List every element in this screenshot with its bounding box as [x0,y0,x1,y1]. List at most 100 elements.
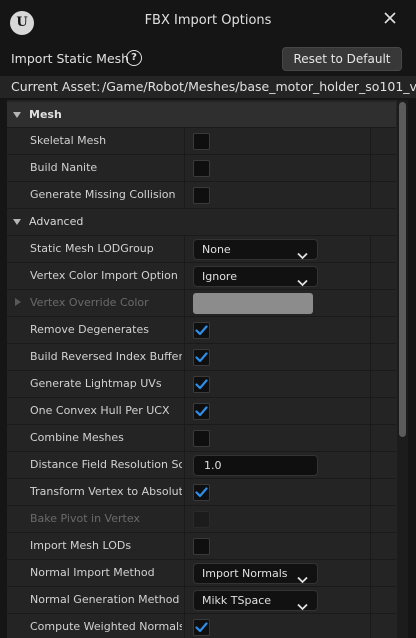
checkbox[interactable] [193,133,210,150]
input-value: 1.0 [204,459,222,472]
checkmark-icon [195,406,208,417]
column-divider[interactable] [184,533,185,560]
property-row-vertex-color-import-option: Vertex Color Import Option Ignore [7,262,396,290]
column-divider[interactable] [184,182,185,209]
column-divider[interactable] [184,452,185,479]
property-row-normal-import-method: Normal Import Method Import Normals [7,559,396,587]
section-title: Advanced [29,215,84,228]
column-divider [370,587,371,614]
property-label: Transform Vertex to Absolute [30,485,182,498]
column-divider[interactable] [184,128,185,155]
import-header: Import Static Mesh ? Reset to Default [0,44,416,74]
column-divider [370,128,371,155]
column-divider [370,452,371,479]
property-label: Generate Lightmap UVs [30,377,162,390]
column-divider[interactable] [184,398,185,425]
property-label: Normal Generation Method [30,593,180,606]
property-row-combine-meshes: Combine Meshes [7,424,396,452]
column-divider[interactable] [184,371,185,398]
property-label: Remove Degenerates [30,323,149,336]
checkbox[interactable] [193,538,210,555]
collapse-arrow-icon [13,219,21,225]
checkbox [193,511,210,528]
column-divider [370,398,371,425]
property-row-transform-vertex-to-absolute: Transform Vertex to Absolute [7,478,396,506]
checkmark-icon [195,325,208,336]
checkbox[interactable] [193,349,210,366]
property-row-compute-weighted-normals: Compute Weighted Normals [7,613,396,638]
property-row-build-reversed-index-buffer: Build Reversed Index Buffer [7,343,396,371]
property-row-bake-pivot-in-vertex: Bake Pivot in Vertex [7,505,396,533]
column-divider[interactable] [184,263,185,290]
column-divider[interactable] [184,236,185,263]
normal-import-method-dropdown[interactable]: Import Normals [193,563,318,584]
close-icon[interactable] [380,9,400,29]
scrollbar[interactable] [397,100,408,638]
column-divider[interactable] [184,290,185,317]
column-divider [370,290,371,317]
property-row-generate-missing-collision: Generate Missing Collision [7,181,396,209]
property-row-build-nanite: Build Nanite [7,154,396,182]
column-divider[interactable] [184,344,185,371]
vertex-color-import-option-dropdown[interactable]: Ignore [193,266,318,287]
scrollbar-thumb[interactable] [399,102,406,437]
column-divider [370,371,371,398]
column-divider[interactable] [184,425,185,452]
details-panel: Mesh Skeletal Mesh Build Nanite Generate M… [7,100,408,638]
title-bar: U FBX Import Options [0,0,416,44]
property-row-normal-generation-method: Normal Generation Method Mikk TSpace [7,586,396,614]
property-label: Build Nanite [30,161,98,174]
column-divider[interactable] [184,587,185,614]
property-label: Static Mesh LODGroup [30,242,154,255]
section-mesh[interactable]: Mesh [7,102,396,128]
property-label: Combine Meshes [30,431,124,444]
property-label: Skeletal Mesh [30,134,107,147]
column-divider [370,263,371,290]
static-mesh-lodgroup-dropdown[interactable]: None [193,239,318,260]
property-row-skeletal-mesh: Skeletal Mesh [7,127,396,155]
section-advanced[interactable]: Advanced [7,208,396,234]
column-divider [370,236,371,263]
property-label: Distance Field Resolution Scale [30,458,182,471]
expand-arrow-icon[interactable] [15,298,21,306]
checkbox[interactable] [193,322,210,339]
column-divider[interactable] [184,506,185,533]
checkbox[interactable] [193,619,210,636]
column-divider[interactable] [184,479,185,506]
dropdown-value: None [202,243,231,256]
property-label: One Convex Hull Per UCX [30,404,170,417]
distance-field-resolution-scale-input[interactable]: 1.0 [193,455,318,476]
column-divider [370,614,371,638]
property-row-distance-field-resolution-scale: Distance Field Resolution Scale 1.0 [7,451,396,479]
property-label: Import Mesh LODs [30,539,132,552]
normal-generation-method-dropdown[interactable]: Mikk TSpace [193,590,318,611]
property-row-remove-degenerates: Remove Degenerates [7,316,396,344]
window-title: FBX Import Options [144,13,272,28]
help-icon[interactable]: ? [126,50,142,66]
column-divider [370,182,371,209]
column-divider[interactable] [184,614,185,638]
checkbox[interactable] [193,376,210,393]
column-divider[interactable] [184,560,185,587]
column-divider [370,317,371,344]
column-divider [370,506,371,533]
column-divider[interactable] [184,155,185,182]
reset-to-default-button[interactable]: Reset to Default [282,47,402,71]
checkbox[interactable] [193,430,210,447]
checkbox[interactable] [193,187,210,204]
current-asset-label: Current Asset: [11,79,101,94]
property-row-generate-lightmap-uvs: Generate Lightmap UVs [7,370,396,398]
column-divider[interactable] [184,317,185,344]
property-row-vertex-override-color: Vertex Override Color [7,289,396,317]
checkbox[interactable] [193,484,210,501]
property-label: Compute Weighted Normals [30,620,182,633]
checkbox[interactable] [193,403,210,420]
checkmark-icon [195,352,208,363]
column-divider [370,155,371,182]
column-divider [370,560,371,587]
checkbox[interactable] [193,160,210,177]
checkmark-icon [195,622,208,633]
section-title: Mesh [29,108,62,121]
column-divider [370,533,371,560]
property-row-one-convex-hull-per-ucx: One Convex Hull Per UCX [7,397,396,425]
